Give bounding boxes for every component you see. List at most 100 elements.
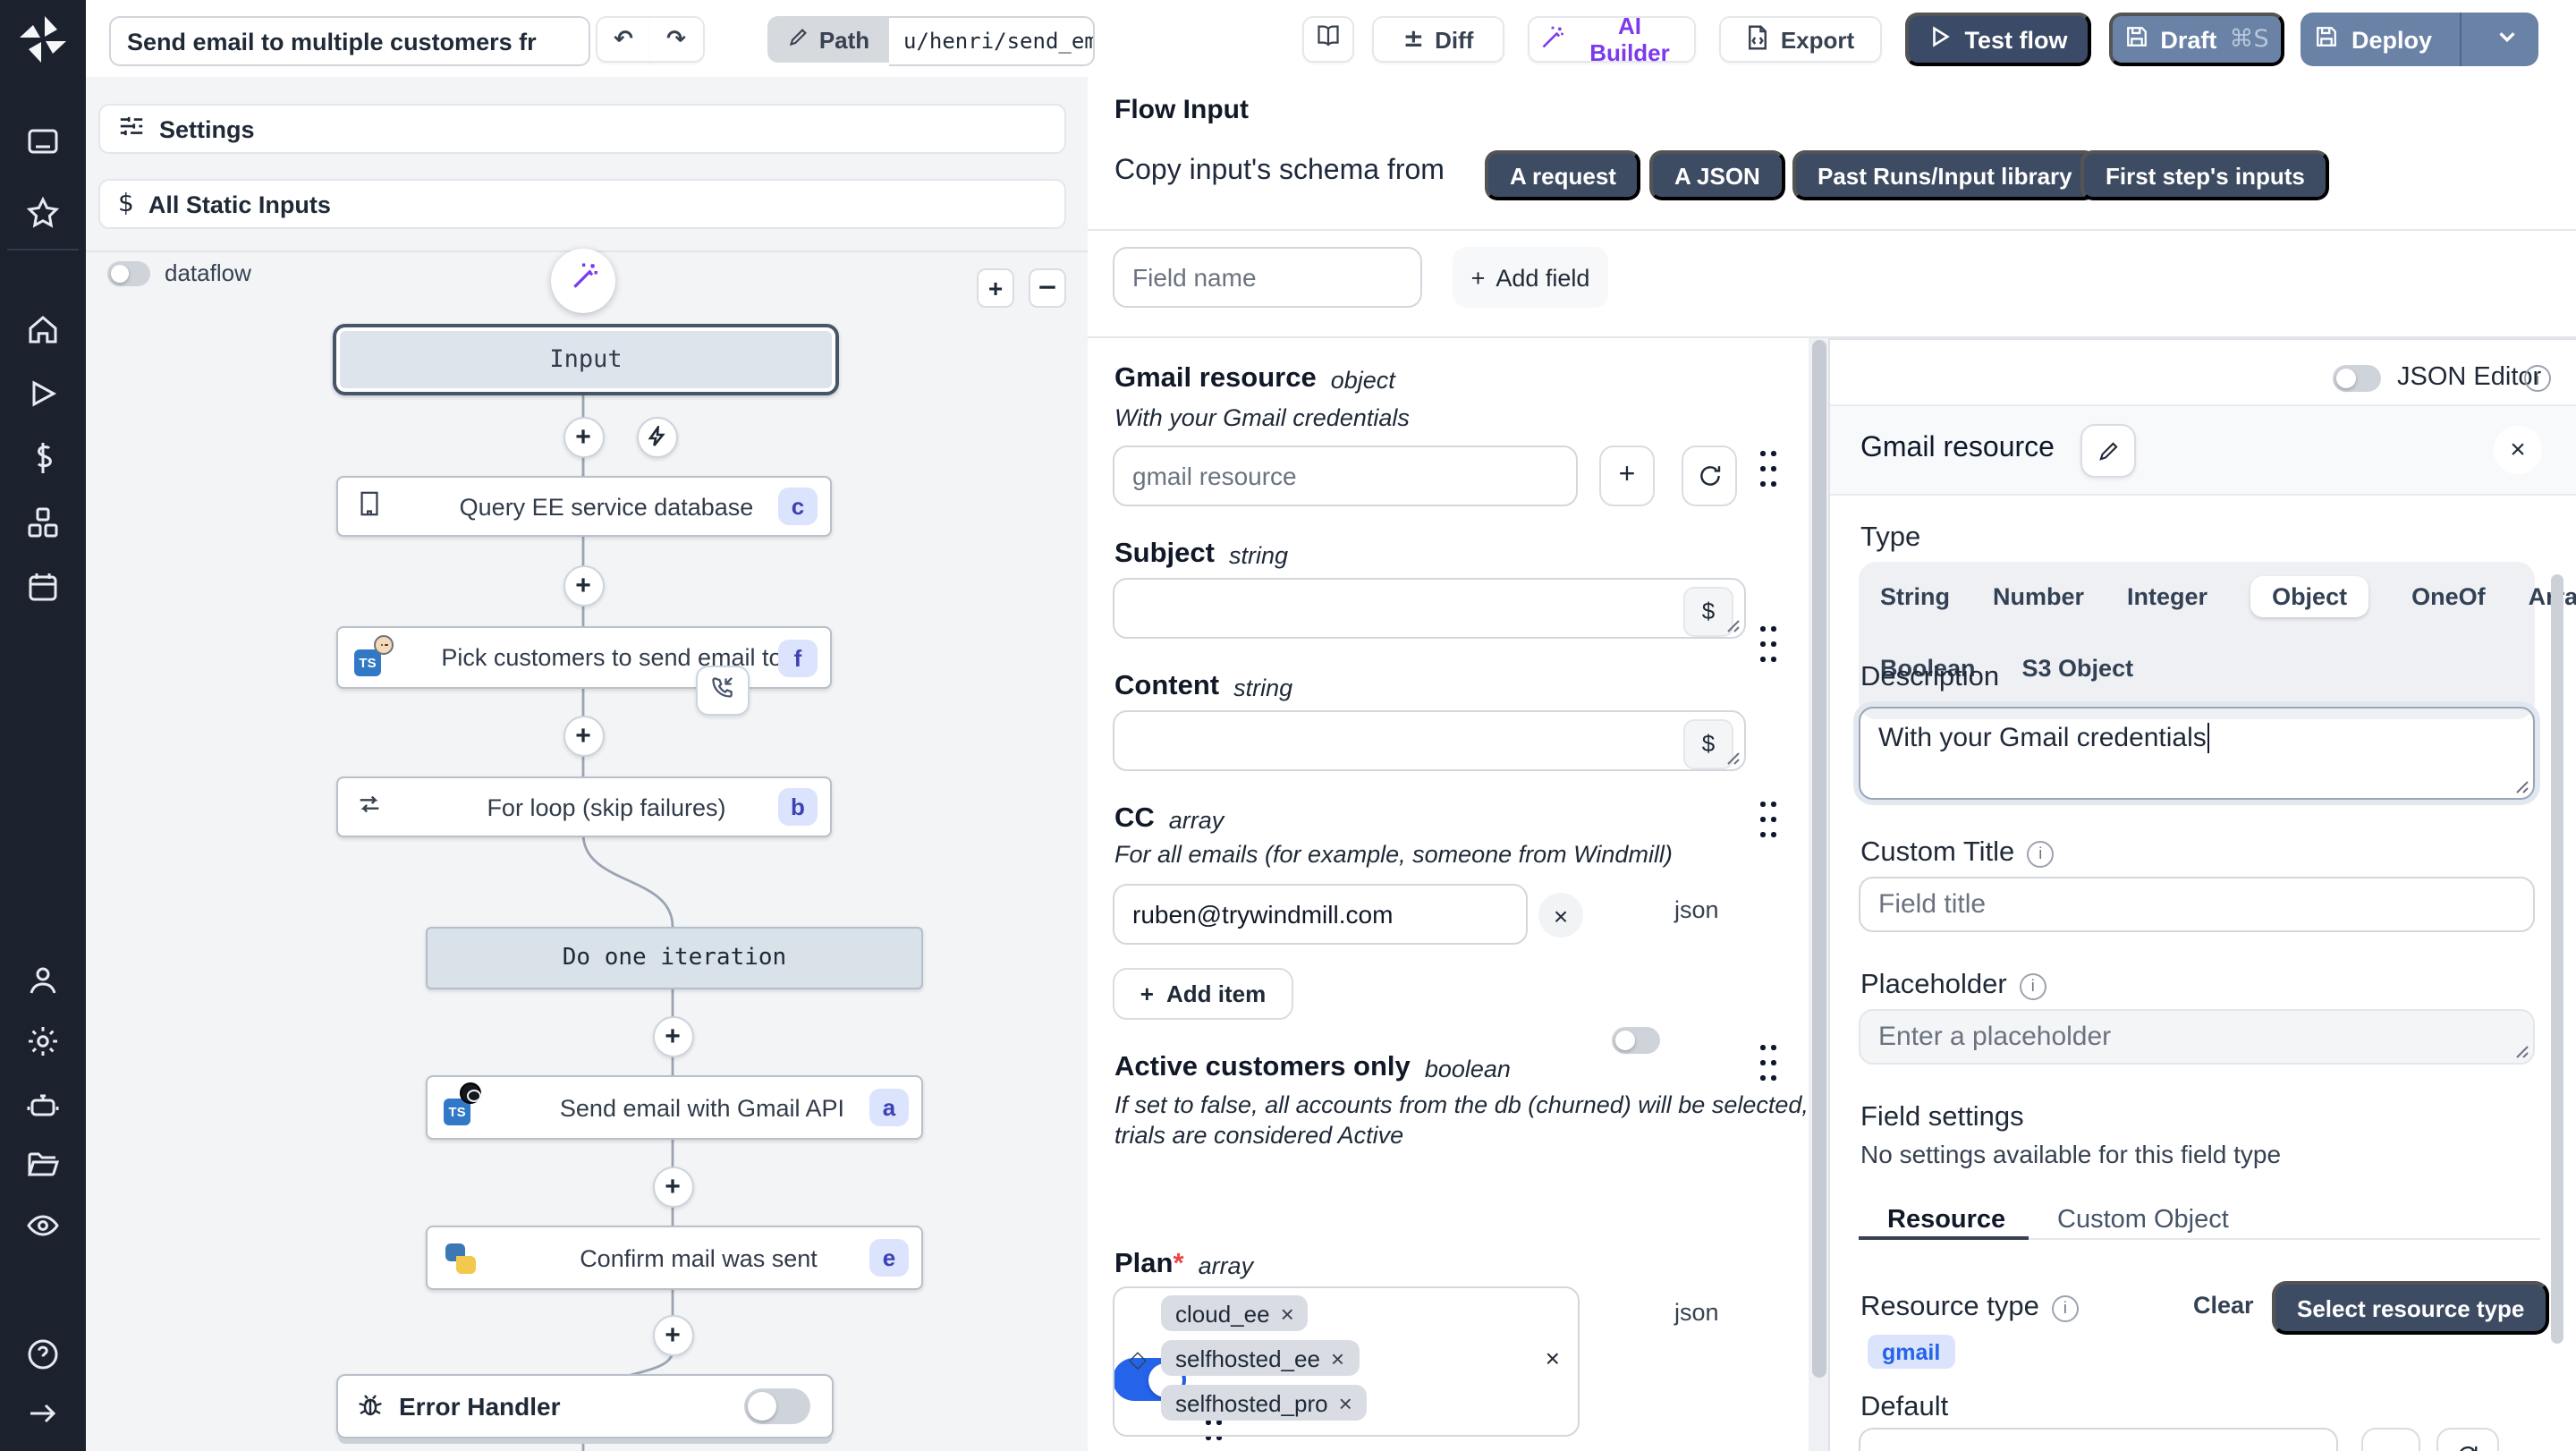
flow-node-query-db[interactable]: Query EE service database c (336, 476, 832, 537)
copy-from-first-step-button[interactable]: First step's inputs (2080, 150, 2330, 200)
description-textarea[interactable]: With your Gmail credentials (1859, 707, 2535, 800)
redo-button[interactable]: ↷ (649, 16, 705, 63)
flow-node-iteration[interactable]: Do one iteration (426, 927, 923, 989)
diff-button[interactable]: ±Diff (1372, 16, 1504, 63)
path-input[interactable]: u/henri/send_em (889, 16, 1095, 66)
flow-node-input[interactable]: Input (333, 324, 839, 395)
flow-node-pick-customers[interactable]: TS Pick customers to send email to f (336, 626, 832, 689)
resize-handle[interactable] (2515, 1045, 2529, 1059)
flow-name-input[interactable]: Send email to multiple customers fr (109, 16, 590, 66)
select-resource-type-button[interactable]: Select resource type (2272, 1281, 2549, 1335)
cc-json-toggle[interactable] (1612, 1027, 1660, 1054)
json-editor-toggle[interactable] (2333, 365, 2381, 392)
add-step-button[interactable]: + (652, 1314, 693, 1355)
test-flow-button[interactable]: Test flow (1905, 13, 2091, 66)
info-icon[interactable]: i (2524, 365, 2551, 392)
field-name-input[interactable]: Field name (1113, 247, 1422, 308)
flow-node-confirm-mail[interactable]: Confirm mail was sent e (426, 1226, 923, 1290)
custom-title-input[interactable]: Field title (1859, 877, 2535, 932)
flow-node-error-handler[interactable]: Error Handler (336, 1374, 834, 1438)
export-button[interactable]: Export (1719, 16, 1882, 63)
resize-handle[interactable] (2515, 780, 2529, 794)
variables-icon[interactable] (25, 440, 61, 476)
expand-arrow-icon[interactable] (25, 1396, 61, 1431)
copy-from-past-runs-button[interactable]: Past Runs/Input library (1792, 150, 2097, 200)
workers-bot-icon[interactable] (25, 1086, 61, 1122)
gmail-resource-input[interactable]: gmail resource (1113, 445, 1578, 506)
plan-tag[interactable]: selfhosted_pro× (1161, 1385, 1367, 1421)
add-step-button[interactable]: + (563, 715, 604, 756)
remove-tag-icon[interactable]: × (1281, 1300, 1294, 1327)
add-step-button[interactable]: + (563, 416, 604, 457)
type-option[interactable]: S3 Object (2022, 648, 2134, 689)
settings-gear-icon[interactable] (25, 1023, 61, 1059)
favorites-star-icon[interactable] (25, 195, 61, 231)
tab-custom-object[interactable]: Custom Object (2057, 1206, 2229, 1235)
type-option-selected[interactable]: Object (2250, 576, 2368, 617)
info-icon[interactable]: i (2027, 840, 2054, 867)
deploy-menu-button[interactable] (2474, 25, 2538, 54)
remove-cc-item-button[interactable]: × (1538, 893, 1583, 938)
scrollbar-thumb[interactable] (1811, 340, 1826, 1378)
deploy-button[interactable]: Deploy (2301, 25, 2447, 54)
close-editor-button[interactable]: × (2494, 426, 2542, 474)
remove-tag-icon[interactable]: × (1339, 1389, 1352, 1416)
folders-icon[interactable] (25, 1147, 61, 1183)
plan-tag[interactable]: selfhosted_ee× (1161, 1340, 1359, 1376)
add-default-resource-button[interactable] (2361, 1428, 2420, 1451)
docs-button[interactable] (1302, 16, 1354, 63)
add-field-button[interactable]: +Add field (1453, 247, 1608, 308)
default-resource-input[interactable] (1859, 1428, 2338, 1451)
remove-tag-icon[interactable]: × (1331, 1345, 1344, 1371)
type-option[interactable]: OneOf (2411, 576, 2486, 617)
trigger-bolt-button[interactable] (636, 416, 677, 457)
error-handler-toggle[interactable] (744, 1388, 810, 1424)
draft-button[interactable]: Draft ⌘S (2109, 13, 2284, 66)
drag-handle[interactable] (1758, 624, 1776, 667)
help-icon[interactable] (25, 1336, 61, 1372)
audit-eye-icon[interactable] (25, 1208, 61, 1243)
refresh-resource-button[interactable] (1682, 445, 1737, 506)
drag-handle[interactable] (1758, 1043, 1776, 1086)
home-icon[interactable] (25, 311, 61, 347)
ai-builder-button[interactable]: AI Builder (1528, 16, 1696, 63)
add-step-button[interactable]: + (652, 1015, 693, 1056)
copy-from-json-button[interactable]: A JSON (1649, 150, 1785, 200)
drag-handle[interactable] (1758, 449, 1776, 492)
flow-node-send-email[interactable]: TS Send email with Gmail API a (426, 1075, 923, 1140)
plan-tag[interactable]: cloud_ee× (1161, 1295, 1309, 1331)
refresh-default-resource-button[interactable] (2436, 1428, 2499, 1451)
clear-resource-button[interactable]: Clear (2193, 1292, 2254, 1319)
plan-multiselect[interactable]: ◇ cloud_ee× selfhosted_ee× selfhosted_pr… (1113, 1286, 1580, 1437)
clear-all-icon[interactable]: × (1546, 1344, 1560, 1372)
cache-call-indicator[interactable] (696, 666, 750, 716)
sort-diamond-icon[interactable]: ◇ (1129, 1347, 1147, 1374)
apps-icon[interactable] (25, 123, 61, 159)
path-edit-button[interactable]: Path (767, 16, 889, 63)
add-resource-button[interactable]: + (1599, 445, 1655, 506)
type-option[interactable]: String (1880, 576, 1950, 617)
windmill-logo[interactable] (16, 13, 70, 66)
scrollbar-thumb[interactable] (2551, 574, 2563, 1344)
info-icon[interactable]: i (2020, 972, 2046, 999)
content-textarea[interactable]: $ (1113, 710, 1746, 771)
resources-icon[interactable] (25, 505, 61, 540)
tab-resource[interactable]: Resource (1887, 1206, 2005, 1235)
user-icon[interactable] (25, 963, 61, 998)
flow-node-forloop[interactable]: For loop (skip failures) b (336, 776, 832, 837)
type-option[interactable]: Integer (2127, 576, 2207, 617)
runs-icon[interactable] (25, 376, 61, 412)
resize-handle[interactable] (1726, 751, 1741, 766)
rename-field-button[interactable] (2080, 424, 2136, 478)
type-option[interactable]: Number (1993, 576, 2084, 617)
add-step-button[interactable]: + (652, 1166, 693, 1207)
schedules-icon[interactable] (25, 569, 61, 605)
subject-textarea[interactable]: $ (1113, 578, 1746, 639)
drag-handle[interactable] (1758, 800, 1776, 843)
placeholder-textarea[interactable]: Enter a placeholder (1859, 1009, 2535, 1065)
undo-button[interactable]: ↶ (596, 16, 651, 63)
resize-handle[interactable] (1726, 619, 1741, 633)
cc-item-input[interactable]: ruben@trywindmill.com (1113, 884, 1528, 945)
add-step-button[interactable]: + (563, 564, 604, 606)
copy-from-request-button[interactable]: A request (1485, 150, 1641, 200)
